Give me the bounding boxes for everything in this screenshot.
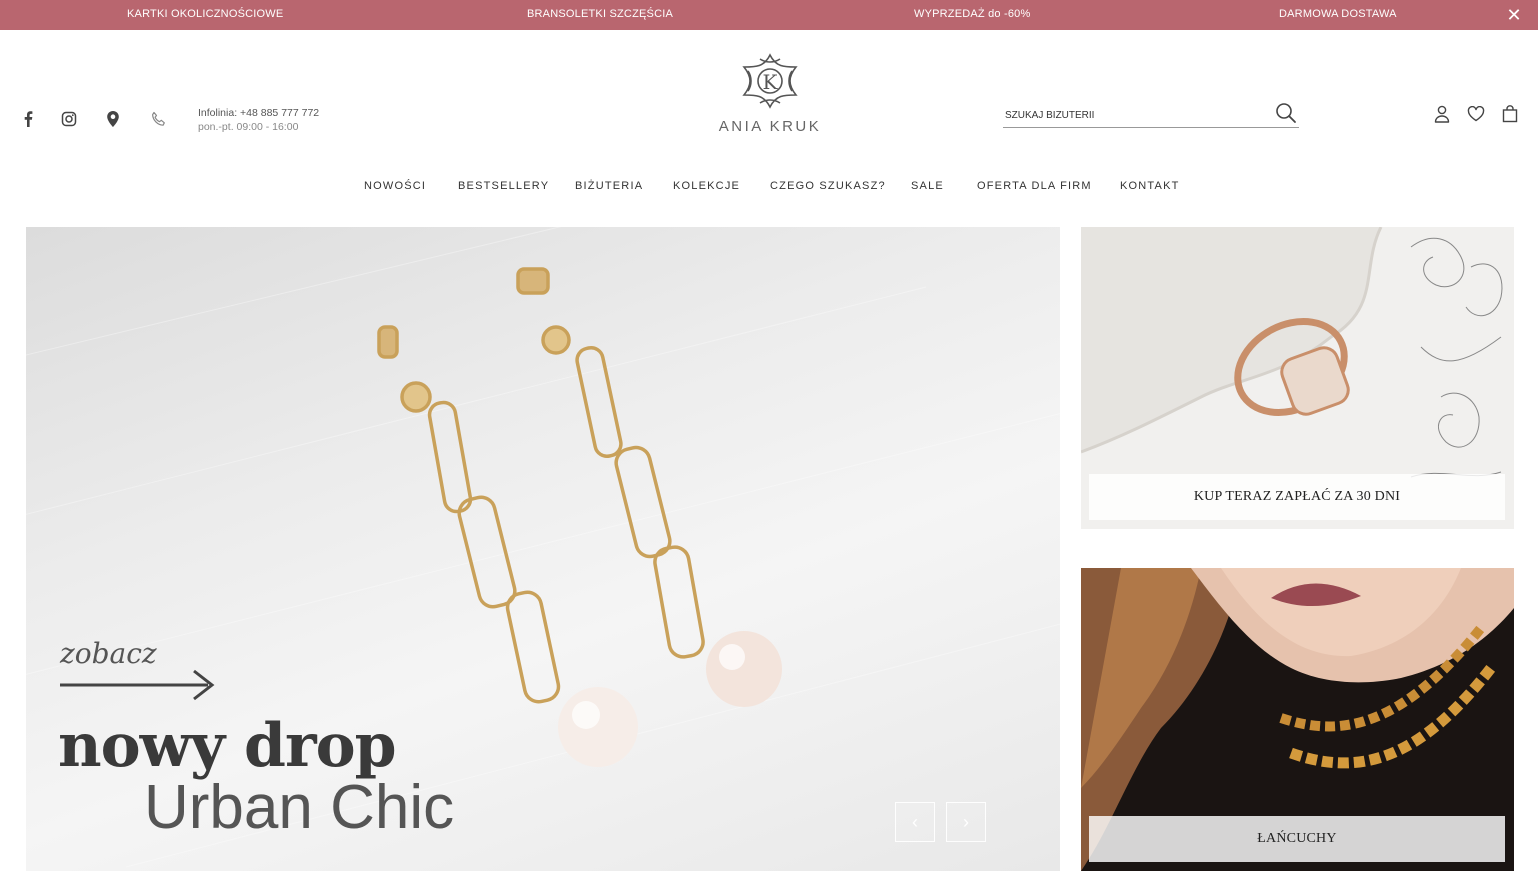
shopping-bag-icon[interactable] xyxy=(1500,104,1520,124)
nav-item-kontakt[interactable]: KONTAKT xyxy=(1120,175,1180,197)
search-input[interactable] xyxy=(1005,106,1265,124)
nav-item-bestsellery[interactable]: BESTSELLERY xyxy=(458,175,549,197)
logo[interactable]: K ANIA KRUK xyxy=(700,50,840,140)
nav-item-czego-szukasz[interactable]: CZEGO SZUKASZ? xyxy=(770,175,886,197)
close-icon[interactable]: ✕ xyxy=(1504,5,1524,25)
promo-link-cards[interactable]: KARTKI OKOLICZNOŚCIOWE xyxy=(127,0,283,30)
location-pin-icon[interactable] xyxy=(102,108,124,130)
phone-icon[interactable] xyxy=(148,108,170,130)
hotline-hours: pon.-pt. 09:00 - 16:00 xyxy=(198,121,299,133)
facebook-icon[interactable] xyxy=(17,108,39,130)
nav-item-sale[interactable]: SALE xyxy=(911,175,944,197)
slider-prev-button[interactable]: ‹ xyxy=(895,802,935,842)
promo-link-sale[interactable]: WYPRZEDAŻ do -60% xyxy=(914,0,1030,30)
banner-chains-label[interactable]: ŁAŃCUCHY xyxy=(1089,816,1505,862)
banner-chains[interactable]: ŁAŃCUCHY xyxy=(1081,568,1514,871)
nav-item-nowosci[interactable]: NOWOŚCI xyxy=(364,175,426,197)
instagram-icon[interactable] xyxy=(58,108,80,130)
search-bar xyxy=(1003,100,1299,128)
site-header: Infolinia: +48 885 777 772 pon.-pt. 09:0… xyxy=(0,30,1538,160)
nav-item-bizuteria[interactable]: BIŻUTERIA xyxy=(575,175,643,197)
nav-item-oferta-dla-firm[interactable]: OFERTA DLA FIRM xyxy=(977,175,1092,197)
hero-title: nowy drop xyxy=(58,711,397,781)
slider-next-button[interactable]: › xyxy=(946,802,986,842)
logo-emblem-icon: K xyxy=(742,53,798,109)
hero-zobacz: zobacz xyxy=(60,637,157,670)
logo-text: ANIA KRUK xyxy=(718,118,822,135)
svg-text:K: K xyxy=(763,70,779,94)
banner-pay-later-label[interactable]: KUP TERAZ ZAPŁAĆ ZA 30 DNI xyxy=(1089,474,1505,520)
heart-icon[interactable] xyxy=(1466,104,1486,124)
promo-bar: KARTKI OKOLICZNOŚCIOWE BRANSOLETKI SZCZĘ… xyxy=(0,0,1538,30)
banner-pay-later[interactable]: KUP TERAZ ZAPŁAĆ ZA 30 DNI xyxy=(1081,227,1514,529)
account-icon[interactable] xyxy=(1432,104,1452,124)
nav-item-kolekcje[interactable]: KOLEKCJE xyxy=(673,175,740,197)
hero-slide[interactable]: zobacz nowy drop Urban Chic ‹ › xyxy=(26,227,1060,871)
hero-subtitle: Urban Chic xyxy=(144,773,455,842)
main-nav: NOWOŚCI BESTSELLERY BIŻUTERIA KOLEKCJE C… xyxy=(0,175,1538,197)
hotline-number[interactable]: Infolinia: +48 885 777 772 xyxy=(198,106,319,120)
search-icon[interactable] xyxy=(1275,102,1297,124)
hotline-info: Infolinia: +48 885 777 772 pon.-pt. 09:0… xyxy=(198,106,319,134)
promo-link-bracelets[interactable]: BRANSOLETKI SZCZĘŚCIA xyxy=(527,0,673,30)
promo-link-free-delivery[interactable]: DARMOWA DOSTAWA xyxy=(1279,0,1397,30)
